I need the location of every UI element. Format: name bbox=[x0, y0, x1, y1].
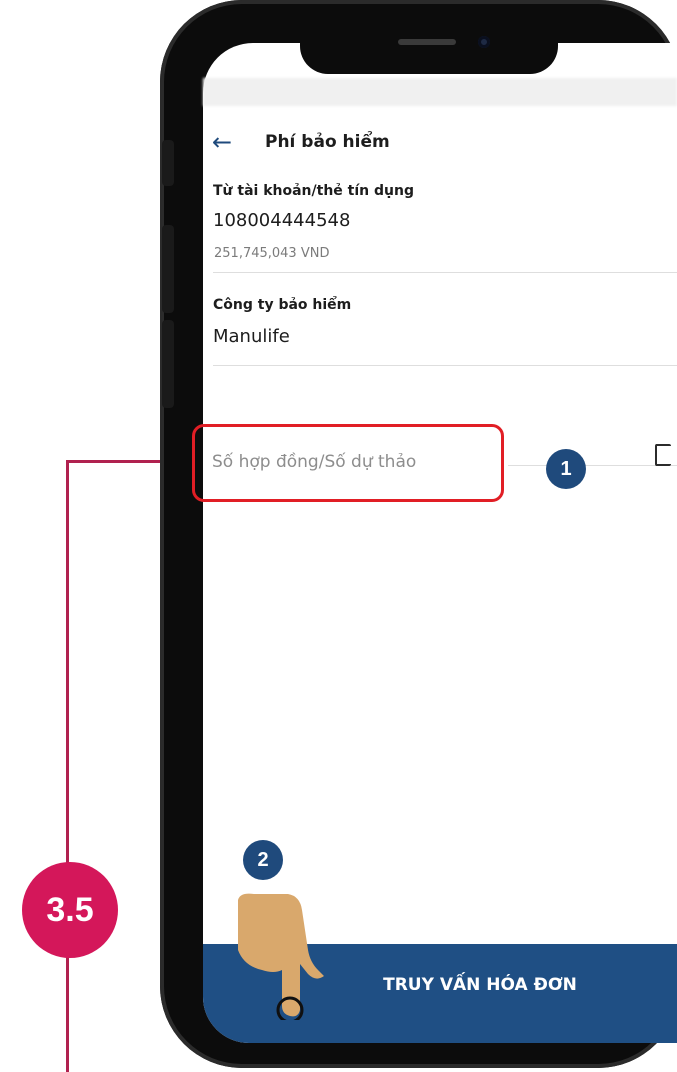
page-title: Phí bảo hiểm bbox=[265, 132, 390, 152]
phone-volume-down-button bbox=[162, 320, 174, 408]
step-marker-2: 2 bbox=[243, 840, 283, 880]
step-marker-1: 1 bbox=[546, 449, 586, 489]
query-invoice-label: TRUY VẤN HÓA ĐƠN bbox=[383, 974, 577, 995]
phone-volume-up-button bbox=[162, 225, 174, 313]
phone-side-button bbox=[162, 140, 174, 186]
divider bbox=[213, 272, 677, 273]
phone-speaker bbox=[398, 39, 456, 45]
callout-connector-vertical bbox=[66, 460, 69, 1072]
account-field-label: Từ tài khoản/thẻ tín dụng bbox=[213, 183, 414, 199]
phone-camera bbox=[478, 36, 490, 48]
contract-number-input[interactable]: Số hợp đồng/Số dự thảo bbox=[212, 452, 416, 472]
scan-document-icon[interactable] bbox=[655, 444, 671, 466]
insurer-value[interactable]: Manulife bbox=[213, 326, 290, 347]
status-bar bbox=[203, 78, 677, 106]
divider bbox=[508, 465, 677, 466]
pointing-hand-icon bbox=[238, 893, 324, 1020]
account-number[interactable]: 108004444548 bbox=[213, 210, 350, 231]
account-balance: 251,745,043 VND bbox=[214, 246, 330, 261]
step-number-badge: 3.5 bbox=[22, 862, 118, 958]
phone-notch bbox=[300, 26, 558, 74]
back-arrow-icon[interactable]: ← bbox=[212, 128, 232, 156]
insurer-field-label: Công ty bảo hiểm bbox=[213, 297, 352, 313]
divider bbox=[213, 365, 677, 366]
